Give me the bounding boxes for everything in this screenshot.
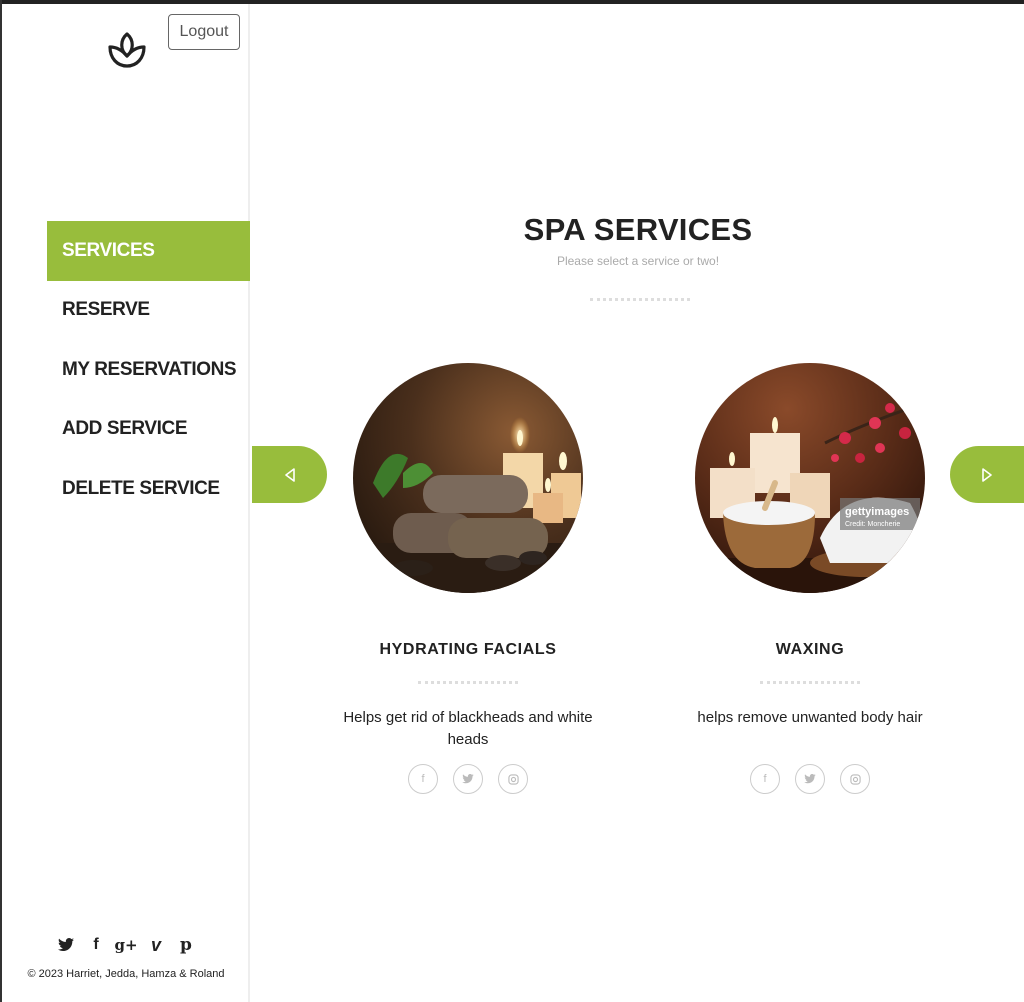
- sidebar-item-my-reservations[interactable]: MY RESERVATIONS: [47, 340, 250, 400]
- service-description: Helps get rid of blackheads and white he…: [343, 709, 593, 748]
- service-card: gettyimages Credit: Moncherie WAXING hel…: [660, 363, 960, 794]
- main-content: SPA SERVICES Please select a service or …: [252, 4, 1024, 1002]
- copyright-text: © 2023 Harriet, Jedda, Hamza & Roland: [27, 968, 225, 980]
- facebook-icon[interactable]: f: [88, 936, 104, 954]
- service-image[interactable]: gettyimages Credit: Moncherie: [695, 363, 925, 593]
- vimeo-icon[interactable]: v: [148, 935, 164, 955]
- page-subtitle: Please select a service or two!: [556, 254, 720, 268]
- sidebar-nav: SERVICES RESERVE MY RESERVATIONS ADD SER…: [47, 221, 250, 519]
- twitter-icon[interactable]: [453, 764, 483, 794]
- facebook-icon[interactable]: f: [750, 764, 780, 794]
- triangle-right-icon: [982, 467, 992, 482]
- service-social-links: f: [660, 764, 960, 794]
- page-title: SPA SERVICES: [523, 212, 753, 247]
- service-description: helps remove unwanted body hair: [697, 709, 923, 726]
- sidebar: Logout SERVICES RESERVE MY RESERVATIONS …: [2, 4, 250, 1002]
- watermark-text: gettyimages: [845, 506, 909, 518]
- service-social-links: f: [318, 764, 618, 794]
- sidebar-social-links: f g+ v p: [2, 935, 250, 955]
- card-divider: [418, 681, 518, 684]
- sidebar-item-services[interactable]: SERVICES: [47, 221, 250, 281]
- triangle-left-icon: [284, 467, 295, 482]
- twitter-icon[interactable]: [58, 936, 74, 954]
- twitter-icon[interactable]: [795, 764, 825, 794]
- instagram-icon[interactable]: [498, 764, 528, 794]
- service-title: WAXING: [775, 641, 845, 658]
- pinterest-icon[interactable]: p: [178, 935, 194, 955]
- google-plus-icon[interactable]: g+: [114, 936, 137, 954]
- carousel-prev-button[interactable]: [252, 446, 327, 503]
- card-divider: [760, 681, 860, 684]
- title-divider: [590, 298, 690, 301]
- logout-button[interactable]: Logout: [168, 14, 240, 50]
- sidebar-item-delete-service[interactable]: DELETE SERVICE: [47, 459, 250, 519]
- facebook-icon[interactable]: f: [408, 764, 438, 794]
- service-image[interactable]: [353, 363, 583, 593]
- service-card: HYDRATING FACIALS Helps get rid of black…: [318, 363, 618, 794]
- service-title: HYDRATING FACIALS: [379, 641, 557, 658]
- watermark-credit: Credit: Moncherie: [845, 521, 900, 528]
- sidebar-item-reserve[interactable]: RESERVE: [47, 281, 250, 341]
- instagram-icon[interactable]: [840, 764, 870, 794]
- carousel-next-button[interactable]: [950, 446, 1024, 503]
- lotus-logo-icon[interactable]: [106, 30, 148, 72]
- sidebar-item-add-service[interactable]: ADD SERVICE: [47, 400, 250, 460]
